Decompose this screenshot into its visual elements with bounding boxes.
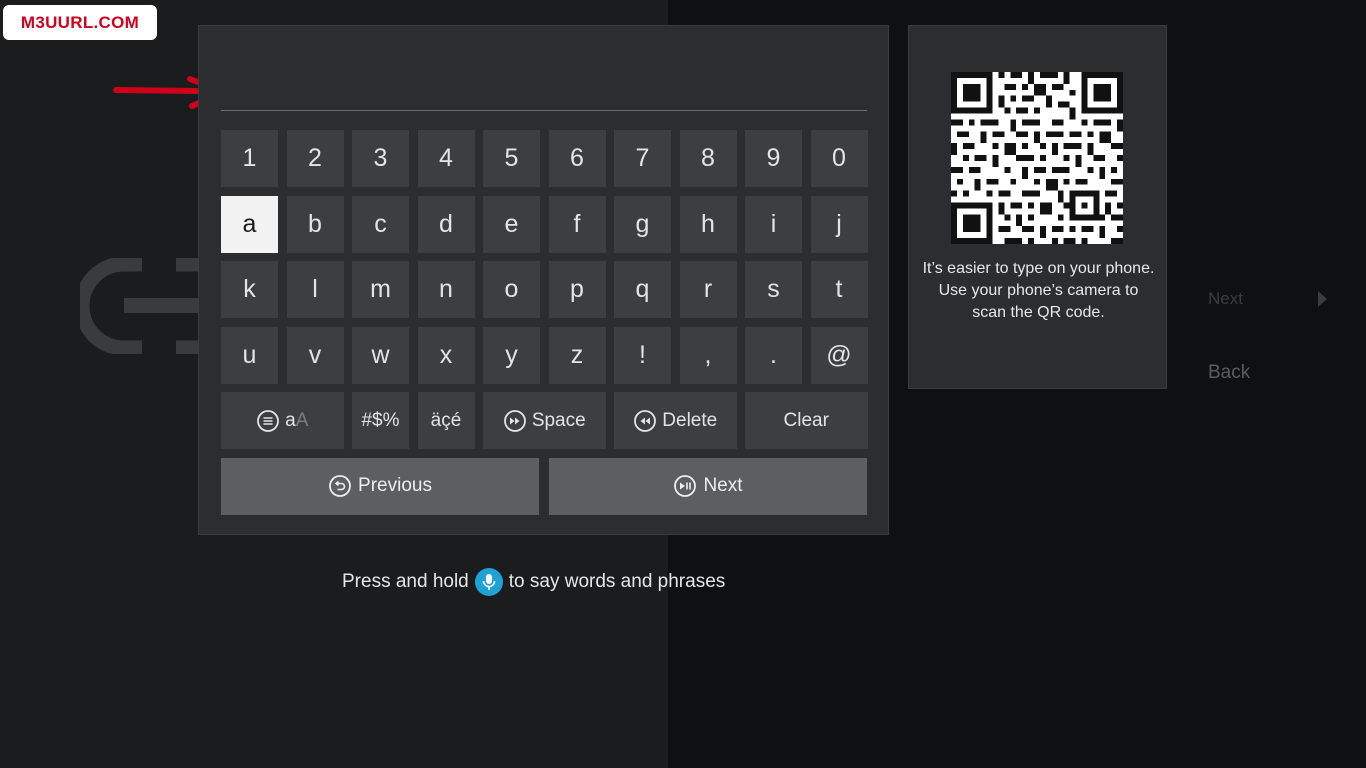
fast-forward-icon [503, 409, 527, 433]
background-app-logo [80, 258, 205, 354]
background-back-button: Back [1208, 362, 1251, 383]
key-m[interactable]: m [352, 261, 409, 318]
key-c[interactable]: c [352, 195, 409, 253]
space-button[interactable]: Space [483, 392, 606, 449]
key-f[interactable]: f [548, 195, 606, 253]
key-5[interactable]: 5 [483, 130, 540, 187]
qr-code-icon [951, 72, 1123, 244]
symbols-button[interactable]: #$% [352, 392, 409, 449]
voice-hint-after: to say words and phrases [508, 571, 726, 592]
background-next-button: Next [1208, 288, 1348, 310]
case-upper-label: A [295, 409, 309, 431]
key-d[interactable]: d [417, 195, 475, 253]
microphone-icon [474, 568, 503, 596]
accents-button[interactable]: äçé [417, 392, 475, 449]
key-u[interactable]: u [221, 326, 278, 384]
key-7[interactable]: 7 [614, 130, 671, 187]
key-9[interactable]: 9 [745, 130, 802, 187]
chevron-right-icon [1318, 291, 1327, 307]
watermark-badge: M3UURL.COM [3, 5, 157, 40]
key-r[interactable]: r [679, 261, 737, 318]
voice-hint-before: Press and hold [342, 571, 469, 592]
key-q[interactable]: q [614, 261, 671, 318]
space-label: Space [531, 409, 586, 431]
next-label: Next [703, 475, 743, 496]
key-i[interactable]: i [745, 195, 802, 253]
delete-button[interactable]: Delete [614, 392, 737, 449]
menu-icon [256, 409, 280, 433]
previous-button[interactable]: Previous [221, 457, 539, 515]
key-s[interactable]: s [745, 261, 802, 318]
clear-button[interactable]: Clear [745, 392, 868, 449]
key-6[interactable]: 6 [548, 130, 606, 187]
key-3[interactable]: 3 [352, 130, 409, 187]
key-k[interactable]: k [221, 261, 278, 318]
text-entry-field[interactable] [221, 46, 867, 110]
key-o[interactable]: o [483, 261, 540, 318]
key-b[interactable]: b [286, 195, 344, 253]
next-button[interactable]: Next [549, 457, 867, 515]
key-8[interactable]: 8 [679, 130, 737, 187]
case-toggle-button[interactable]: aA [221, 392, 344, 449]
key-at[interactable]: @ [810, 326, 868, 384]
key-n[interactable]: n [417, 261, 475, 318]
key-x[interactable]: x [417, 326, 475, 384]
key-a[interactable]: a [221, 195, 278, 253]
key-2[interactable]: 2 [286, 130, 344, 187]
key-comma[interactable]: , [679, 326, 737, 384]
key-z[interactable]: z [548, 326, 606, 384]
key-p[interactable]: p [548, 261, 606, 318]
back-arrow-icon [328, 474, 352, 498]
key-g[interactable]: g [614, 195, 671, 253]
key-4[interactable]: 4 [417, 130, 475, 187]
key-j[interactable]: j [810, 195, 868, 253]
key-0[interactable]: 0 [810, 130, 868, 187]
qr-instructions: It’s easier to type on your phone. Use y… [922, 260, 1155, 321]
key-v[interactable]: v [286, 326, 344, 384]
key-w[interactable]: w [352, 326, 409, 384]
keyboard-panel: 1 2 3 4 5 6 7 8 9 0 a b c d e f g h i j … [198, 25, 889, 535]
rewind-icon [633, 409, 657, 433]
previous-label: Previous [358, 475, 432, 496]
case-lower-label: a [285, 409, 296, 431]
key-y[interactable]: y [483, 326, 540, 384]
key-period[interactable]: . [745, 326, 802, 384]
background-next-label: Next [1208, 289, 1243, 308]
key-exclamation[interactable]: ! [614, 326, 671, 384]
key-t[interactable]: t [810, 261, 868, 318]
play-pause-icon [673, 474, 697, 498]
key-h[interactable]: h [679, 195, 737, 253]
qr-panel: It’s easier to type on your phone. Use y… [908, 25, 1167, 389]
voice-hint: Press and hold to say words and phrases [342, 566, 725, 598]
text-entry-underline [221, 110, 867, 111]
key-l[interactable]: l [286, 261, 344, 318]
delete-label: Delete [662, 409, 718, 431]
key-1[interactable]: 1 [221, 130, 278, 187]
key-e[interactable]: e [483, 195, 540, 253]
